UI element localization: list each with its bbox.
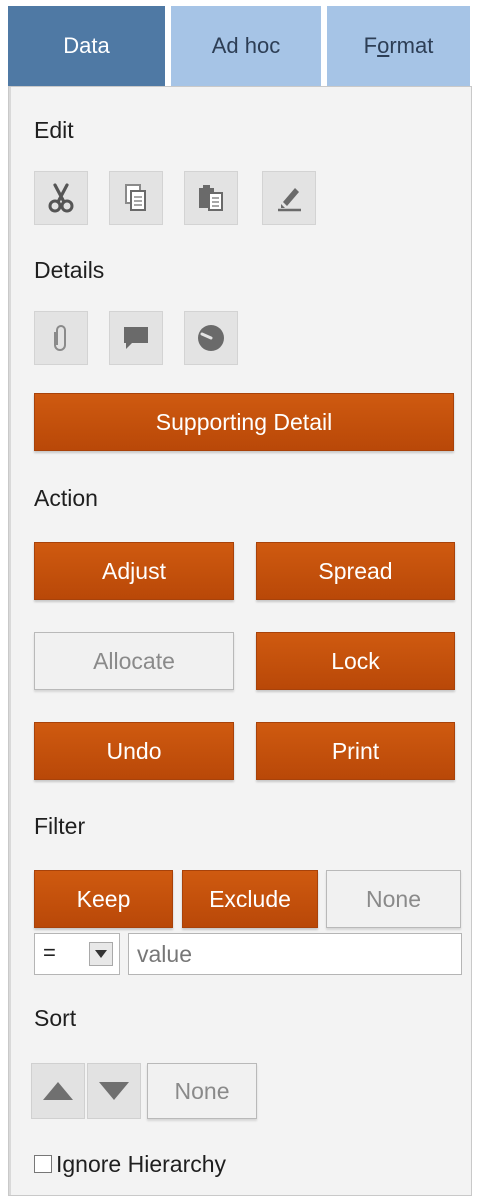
- print-button[interactable]: Print: [256, 722, 455, 780]
- sort-descending-button[interactable]: [87, 1063, 141, 1119]
- undo-label: Undo: [106, 737, 162, 764]
- lock-label: Lock: [331, 647, 380, 674]
- clear-button[interactable]: [262, 171, 316, 225]
- lock-button[interactable]: Lock: [256, 632, 455, 690]
- allocate-label: Allocate: [93, 647, 175, 674]
- sort-none-button[interactable]: None: [147, 1063, 257, 1119]
- undo-button[interactable]: Undo: [34, 722, 234, 780]
- keep-label: Keep: [76, 885, 131, 912]
- cut-icon: [48, 183, 74, 213]
- ignore-hierarchy-checkbox[interactable]: [34, 1155, 52, 1173]
- print-label: Print: [331, 737, 380, 764]
- allocate-button[interactable]: Allocate: [34, 632, 234, 690]
- filter-operator-select[interactable]: =: [34, 933, 120, 975]
- history-button[interactable]: [184, 311, 238, 365]
- attachment-button[interactable]: [34, 311, 88, 365]
- tab-format[interactable]: Format: [327, 6, 470, 86]
- edit-section-label: Edit: [34, 117, 74, 143]
- arrow-up-icon: [43, 1082, 73, 1100]
- spread-label: Spread: [318, 557, 393, 584]
- copy-icon: [125, 184, 146, 211]
- tab-data-label: Data: [63, 33, 110, 58]
- comment-icon: [124, 327, 148, 349]
- exclude-label: Exclude: [209, 885, 291, 912]
- tab-data[interactable]: Data: [8, 6, 165, 86]
- data-panel: Edit Details Supporting Detail Action Ad…: [8, 86, 472, 1196]
- filter-value-input[interactable]: [128, 933, 462, 975]
- tab-bar: Data Ad hoc Format: [8, 6, 470, 86]
- paste-button[interactable]: [184, 171, 238, 225]
- exclude-button[interactable]: Exclude: [182, 870, 318, 928]
- filter-section-label: Filter: [34, 813, 86, 839]
- history-icon: [198, 325, 224, 351]
- ignore-hierarchy-label: Ignore Hierarchy: [56, 1150, 227, 1177]
- cut-button[interactable]: [34, 171, 88, 225]
- data-panel-root: Data Ad hoc Format Edit Details Supporti…: [0, 0, 478, 1203]
- ignore-hierarchy-row[interactable]: Ignore Hierarchy: [34, 1149, 226, 1179]
- tab-format-label: Format: [363, 33, 434, 58]
- details-section-label: Details: [34, 257, 105, 283]
- arrow-down-icon: [99, 1082, 129, 1100]
- adjust-label: Adjust: [102, 557, 166, 584]
- filter-operator-value: =: [43, 940, 56, 965]
- action-section-label: Action: [34, 485, 98, 511]
- supporting-detail-button[interactable]: Supporting Detail: [34, 393, 454, 451]
- clear-icon: [278, 188, 301, 212]
- attachment-icon: [54, 325, 66, 351]
- spread-button[interactable]: Spread: [256, 542, 455, 600]
- adjust-button[interactable]: Adjust: [34, 542, 234, 600]
- sort-ascending-button[interactable]: [31, 1063, 85, 1119]
- comment-button[interactable]: [109, 311, 163, 365]
- tab-ad-hoc[interactable]: Ad hoc: [171, 6, 321, 86]
- filter-none-label: None: [366, 885, 421, 912]
- supporting-detail-label: Supporting Detail: [155, 408, 333, 435]
- keep-button[interactable]: Keep: [34, 870, 173, 928]
- tab-ad-hoc-label: Ad hoc: [211, 33, 281, 58]
- sort-section-label: Sort: [34, 1005, 77, 1031]
- paste-icon: [199, 185, 223, 211]
- sort-none-label: None: [174, 1077, 230, 1104]
- filter-none-button[interactable]: None: [326, 870, 461, 928]
- chevron-down-icon[interactable]: [89, 942, 113, 966]
- copy-button[interactable]: [109, 171, 163, 225]
